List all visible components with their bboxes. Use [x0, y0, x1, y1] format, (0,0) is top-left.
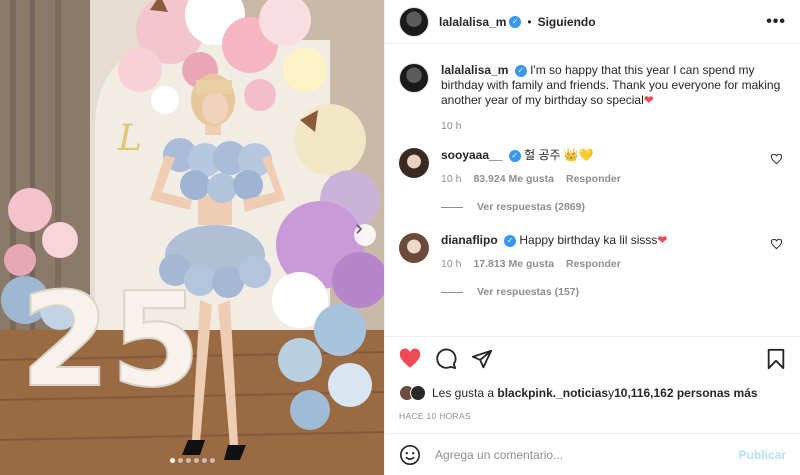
- header-separator: •: [527, 14, 532, 29]
- comment-bubble-icon[interactable]: [435, 348, 457, 370]
- post-details-panel: lalalalisa_m ✓ • Siguiendo ••• lalalalis…: [384, 0, 800, 475]
- comment-time[interactable]: 10 h: [441, 173, 461, 185]
- comment-like-heart-icon[interactable]: [770, 153, 783, 168]
- reply-button[interactable]: Responder: [566, 258, 621, 270]
- post-actions-area: Les gusta a blackpink._noticias y 10,116…: [385, 336, 800, 421]
- carousel-dot: [169, 458, 175, 463]
- caption: lalalalisa_m ✓ I'm so happy that this ye…: [399, 63, 786, 132]
- view-replies-label: Ver respuestas (157): [477, 286, 580, 298]
- reply-button[interactable]: Responder: [566, 173, 621, 185]
- post-timestamp[interactable]: HACE 10 HORAS: [399, 411, 786, 421]
- carousel-dot: [201, 458, 207, 463]
- comment-username[interactable]: sooyaaa__: [441, 148, 502, 162]
- comment-input[interactable]: [435, 447, 739, 462]
- comment-time[interactable]: 10 h: [441, 258, 461, 270]
- comment: dianaflipo ✓ Happy birthday ka lil sisss…: [399, 233, 786, 270]
- comment-likes[interactable]: 83.924 Me gusta: [473, 173, 554, 185]
- carousel-dot: [177, 458, 183, 463]
- share-send-icon[interactable]: [471, 348, 493, 370]
- liker-username[interactable]: blackpink._noticias: [497, 386, 608, 400]
- comment-text: Happy birthday ka lil sisss: [519, 233, 658, 247]
- caption-time[interactable]: 10 h: [441, 120, 461, 132]
- heart-emoji: ❤: [657, 233, 668, 247]
- liker-avatar[interactable]: [410, 385, 426, 401]
- caption-meta: 10 h: [441, 120, 791, 132]
- crown-heart-emoji: 👑💛: [563, 148, 594, 162]
- action-bar: [399, 337, 786, 381]
- following-button[interactable]: Siguiendo: [538, 15, 596, 29]
- likes-count[interactable]: 10,116,162 personas más: [614, 386, 757, 400]
- carousel-dot: [193, 458, 199, 463]
- replies-line: [441, 291, 463, 293]
- view-replies-label: Ver respuestas (2869): [477, 201, 585, 213]
- caption-username[interactable]: lalalalisa_m: [441, 63, 508, 77]
- next-image-button[interactable]: [354, 224, 376, 246]
- replies-line: [441, 206, 463, 208]
- liker-avatars: [399, 385, 426, 401]
- chevron-right-icon: [356, 224, 363, 234]
- comment-text-block: dianaflipo ✓ Happy birthday ka lil sisss…: [441, 233, 761, 248]
- caption-text-block: lalalalisa_m ✓ I'm so happy that this ye…: [441, 63, 791, 108]
- comment-like-heart-icon[interactable]: [770, 238, 783, 253]
- likes-summary: Les gusta a blackpink._noticias y 10,116…: [399, 381, 786, 405]
- commenter-avatar[interactable]: [399, 233, 429, 263]
- carousel-dot: [185, 458, 191, 463]
- instagram-post: 25 L lalalalisa_m ✓ • Siguiendo ••• lala…: [0, 0, 800, 475]
- letter-l-decoration: L: [117, 118, 142, 159]
- birthday-number-sign: 25: [19, 263, 202, 417]
- post-header: lalalalisa_m ✓ • Siguiendo •••: [385, 0, 800, 44]
- commenter-avatar[interactable]: [399, 148, 429, 178]
- add-comment-form: Publicar: [385, 433, 800, 475]
- comment-likes[interactable]: 17.813 Me gusta: [473, 258, 554, 270]
- comment-text-block: sooyaaa__ ✓ 헐 공주 👑💛: [441, 148, 761, 163]
- emoji-smiley-icon[interactable]: [399, 444, 421, 466]
- caption-avatar[interactable]: [399, 63, 429, 93]
- publish-button[interactable]: Publicar: [739, 448, 786, 462]
- post-photo[interactable]: 25 L: [0, 0, 384, 475]
- verified-badge-icon: ✓: [508, 149, 521, 162]
- comment-text: 헐 공주: [524, 148, 564, 162]
- verified-badge-icon: ✓: [509, 15, 522, 28]
- carousel-dot: [209, 458, 215, 463]
- author-username[interactable]: lalalalisa_m: [439, 15, 506, 29]
- like-heart-icon[interactable]: [399, 348, 421, 370]
- carousel-dots: [0, 458, 384, 463]
- view-replies-button[interactable]: Ver respuestas (2869): [441, 201, 786, 213]
- view-replies-button[interactable]: Ver respuestas (157): [441, 286, 786, 298]
- likes-prefix: Les gusta a: [432, 386, 495, 400]
- comment-meta: 10 h 17.813 Me gusta Responder: [441, 258, 761, 270]
- comments-section[interactable]: lalalalisa_m ✓ I'm so happy that this ye…: [385, 45, 800, 335]
- comment-username[interactable]: dianaflipo: [441, 233, 498, 247]
- more-options-icon[interactable]: •••: [766, 13, 786, 31]
- party-photo-illustration: 25 L: [0, 0, 384, 475]
- number-25-label: 25: [20, 264, 201, 416]
- save-bookmark-icon[interactable]: [766, 348, 786, 370]
- comment-meta: 10 h 83.924 Me gusta Responder: [441, 173, 761, 185]
- heart-emoji: ❤: [643, 93, 654, 107]
- verified-badge-icon: ✓: [514, 64, 527, 77]
- author-avatar[interactable]: [399, 6, 429, 37]
- comment: sooyaaa__ ✓ 헐 공주 👑💛 10 h 83.924 Me gusta…: [399, 148, 786, 185]
- verified-badge-icon: ✓: [504, 234, 517, 247]
